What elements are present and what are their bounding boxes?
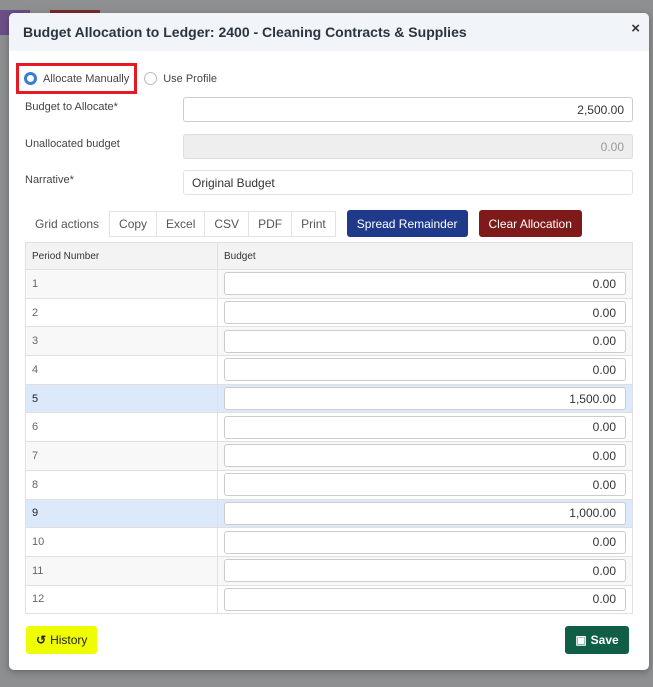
period-number: 1 <box>25 269 218 299</box>
period-number: 2 <box>25 297 218 328</box>
table-row: 6 0.00 <box>25 412 633 443</box>
copy-button[interactable]: Copy <box>109 210 158 237</box>
period-number: 3 <box>25 326 218 357</box>
budget-input[interactable]: 0.00 <box>224 329 626 353</box>
period-number: 8 <box>25 469 218 500</box>
grid-actions: Grid actions Copy Excel CSV PDF Print Sp… <box>25 210 582 237</box>
history-icon: ↺ <box>36 633 47 647</box>
clear-allocation-button[interactable]: Clear Allocation <box>478 210 582 237</box>
period-number: 12 <box>25 584 218 615</box>
table-row: 10 0.00 <box>25 527 633 557</box>
allocate-manually-option[interactable]: Allocate Manually <box>16 63 138 94</box>
budget-cell: 0.00 <box>217 326 633 357</box>
budget-input[interactable]: 1,500.00 <box>224 387 626 411</box>
budget-to-allocate-input[interactable]: 2,500.00 <box>183 97 633 122</box>
budget-input[interactable]: 0.00 <box>224 301 626 325</box>
table-row: 2 0.00 <box>25 297 633 328</box>
budget-input[interactable]: 0.00 <box>224 444 626 468</box>
column-header-period[interactable]: Period Number <box>25 242 218 270</box>
pdf-button[interactable]: PDF <box>249 210 293 237</box>
use-profile-label: Use Profile <box>163 72 218 85</box>
allocate-manually-label: Allocate Manually <box>43 72 130 85</box>
unallocated-label: Unallocated budget <box>25 138 120 150</box>
save-label: Save <box>590 633 619 647</box>
budget-cell: 0.00 <box>217 269 633 299</box>
budget-input[interactable]: 0.00 <box>224 415 626 439</box>
table-row: 3 0.00 <box>25 326 633 357</box>
budget-input[interactable]: 0.00 <box>224 530 626 554</box>
table-row: 4 0.00 <box>25 355 633 385</box>
csv-button[interactable]: CSV <box>205 210 250 237</box>
modal-title: Budget Allocation to Ledger: 2400 - Clea… <box>23 24 467 40</box>
floppy-disk-icon: ▣ <box>575 633 587 647</box>
budget-label: Budget to Allocate* <box>25 101 118 113</box>
budget-input[interactable]: 0.00 <box>224 559 626 583</box>
budget-cell: 0.00 <box>217 527 633 557</box>
radio-allocate-manually[interactable] <box>24 72 37 85</box>
excel-button[interactable]: Excel <box>157 210 206 237</box>
budget-input[interactable]: 0.00 <box>224 358 626 382</box>
narrative-input[interactable]: Original Budget <box>183 170 633 195</box>
unallocated-row: Unallocated budget 0.00 <box>25 134 633 159</box>
budget-cell: 1,500.00 <box>217 383 633 414</box>
grid-actions-label: Grid actions <box>35 216 100 231</box>
period-budget-table: Period Number Budget 1 0.00 2 0.00 3 0.00 4 0.0… <box>25 242 633 615</box>
save-button[interactable]: ▣ Save <box>565 626 629 654</box>
budget-cell: 0.00 <box>217 297 633 328</box>
history-label: History <box>50 633 88 647</box>
budget-input[interactable]: 0.00 <box>224 272 626 296</box>
allocation-mode: Allocate Manually Use Profile <box>16 63 217 94</box>
narrative-label: Narrative* <box>25 174 74 186</box>
budget-cell: 0.00 <box>217 555 633 586</box>
table-row: 12 0.00 <box>25 584 633 615</box>
close-icon[interactable]: × <box>631 20 640 37</box>
narrative-row: Narrative* Original Budget <box>25 170 633 195</box>
period-number: 9 <box>25 498 218 529</box>
budget-cell: 0.00 <box>217 412 633 443</box>
table-row: 7 0.00 <box>25 441 633 471</box>
print-button[interactable]: Print <box>292 210 336 237</box>
budget-input[interactable]: 1,000.00 <box>224 501 626 525</box>
table-row: 9 1,000.00 <box>25 498 633 529</box>
budget-input[interactable]: 0.00 <box>224 473 626 497</box>
column-header-budget[interactable]: Budget <box>217 242 633 270</box>
period-number: 10 <box>25 527 218 557</box>
period-number: 6 <box>25 412 218 443</box>
table-row: 5 1,500.00 <box>25 383 633 414</box>
budget-cell: 0.00 <box>217 469 633 500</box>
spread-remainder-button[interactable]: Spread Remainder <box>346 210 468 237</box>
budget-cell: 1,000.00 <box>217 498 633 529</box>
budget-row: Budget to Allocate* 2,500.00 <box>25 97 633 122</box>
table-row: 8 0.00 <box>25 469 633 500</box>
radio-use-profile[interactable] <box>144 72 158 85</box>
budget-cell: 0.00 <box>217 584 633 615</box>
period-number: 11 <box>25 555 218 586</box>
period-number: 5 <box>25 383 218 414</box>
use-profile-option[interactable]: Use Profile <box>144 72 217 85</box>
budget-cell: 0.00 <box>217 441 633 471</box>
unallocated-budget-input: 0.00 <box>183 134 633 159</box>
budget-allocation-modal: Budget Allocation to Ledger: 2400 - Clea… <box>9 13 649 670</box>
history-button[interactable]: ↺ History <box>26 626 98 654</box>
budget-cell: 0.00 <box>217 355 633 385</box>
budget-input[interactable]: 0.00 <box>224 587 626 611</box>
modal-header: Budget Allocation to Ledger: 2400 - Clea… <box>9 13 649 51</box>
period-number: 4 <box>25 355 218 385</box>
table-row: 1 0.00 <box>25 269 633 299</box>
period-number: 7 <box>25 441 218 471</box>
table-row: 11 0.00 <box>25 555 633 586</box>
